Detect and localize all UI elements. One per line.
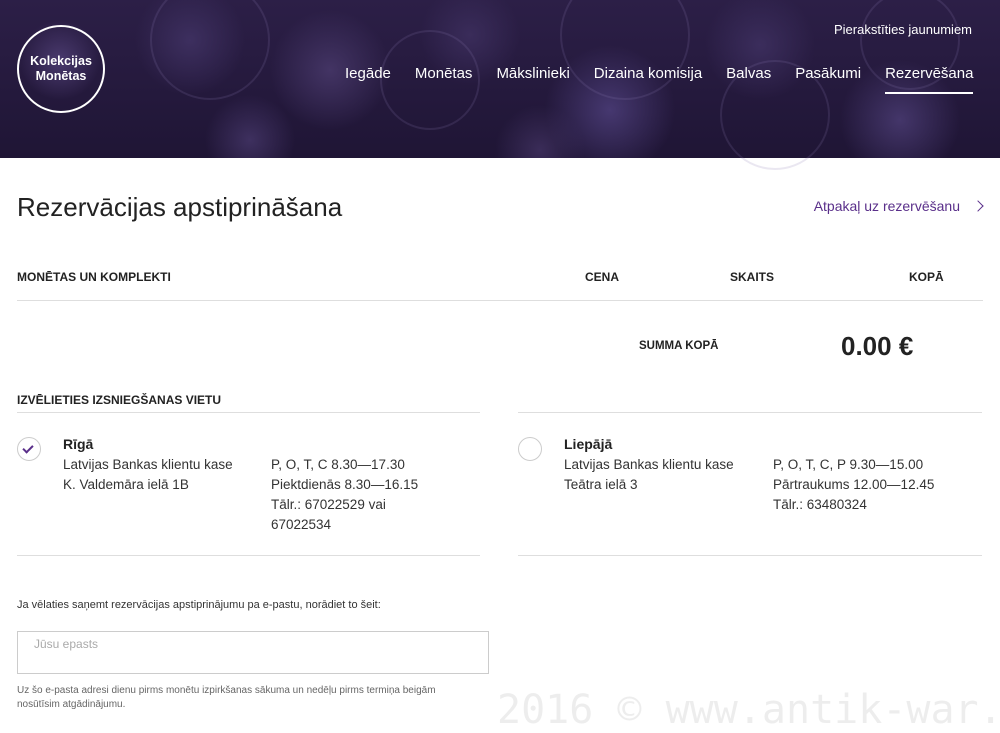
location-hours-line: Piektdienās 8.30—16.15: [271, 477, 419, 492]
nav-item-monetas[interactable]: Monētas: [415, 65, 473, 94]
nav-item-makslinieki[interactable]: Mākslinieki: [496, 65, 569, 94]
column-header-items: MONĒTAS UN KOMPLEKTI: [17, 270, 171, 284]
sum-total-value: 0.00 €: [841, 331, 914, 361]
coin-decoration: [150, 0, 270, 100]
location-address-line: Teātra ielā 3: [564, 477, 638, 492]
site-header: Kolekcijas Monētas Pierakstīties jaunumi…: [0, 0, 1000, 170]
location-address-line: Latvijas Bankas klientu kase: [63, 457, 233, 472]
back-link-label: Atpakaļ uz rezervēšanu: [813, 198, 960, 214]
column-header-quantity: SKAITS: [730, 270, 775, 284]
email-field[interactable]: [17, 631, 489, 674]
location-phone-line: 67022534: [271, 517, 332, 532]
email-fine-print: Uz šo e-pasta adresi dienu pirms monētu …: [17, 685, 436, 710]
pickup-section-label: IZVĒLIETIES IZSNIEGŠANAS VIETU: [17, 393, 222, 407]
checkmark-icon: [22, 442, 34, 454]
page-title: Rezervācijas apstiprināšana: [17, 192, 343, 222]
nav-item-rezervesana[interactable]: Rezervēšana: [885, 65, 974, 94]
location-hours-line: Pārtraukums 12.00—12.45: [773, 477, 935, 492]
location-radio-riga[interactable]: [17, 437, 41, 461]
location-phone-line: Tālr.: 63480324: [773, 497, 867, 512]
location-address-line: Latvijas Bankas klientu kase: [564, 457, 734, 472]
location-city-liepaja: Liepājā: [564, 436, 613, 452]
location-city-riga: Rīgā: [63, 436, 94, 452]
location-radio-liepaja[interactable]: [518, 437, 542, 461]
location-phone-line: Tālr.: 67022529 vai: [271, 497, 386, 512]
divider: [17, 555, 480, 556]
location-hours-line: P, O, T, C 8.30—17.30: [271, 457, 405, 472]
nav-item-dizaina-komisija[interactable]: Dizaina komisija: [594, 65, 702, 94]
email-note: Ja vēlaties saņemt rezervācijas apstipri…: [17, 599, 381, 611]
divider: [518, 555, 982, 556]
subscribe-link[interactable]: Pierakstīties jaunumiem: [834, 22, 972, 37]
back-to-reservation-link[interactable]: Atpakaļ uz rezervēšanu: [813, 198, 984, 214]
sum-total-label: SUMMA KOPĀ: [639, 340, 719, 352]
logo-text-line2: Monētas: [35, 69, 87, 83]
watermark: 2016 © www.antik-war.lv: [497, 687, 1000, 733]
location-hours-line: P, O, T, C, P 9.30—15.00: [773, 457, 924, 472]
nav-item-balvas[interactable]: Balvas: [726, 65, 771, 94]
location-address-line: K. Valdemāra ielā 1B: [63, 477, 189, 492]
chevron-right-icon: [972, 200, 984, 212]
main-nav: Iegāde Monētas Mākslinieki Dizaina komis…: [345, 65, 974, 94]
divider: [17, 300, 983, 301]
nav-item-iegade[interactable]: Iegāde: [345, 65, 391, 94]
divider: [518, 412, 982, 413]
divider: [17, 412, 480, 413]
logo-text-line1: Kolekcijas: [30, 54, 92, 68]
site-logo[interactable]: Kolekcijas Monētas: [17, 25, 105, 113]
nav-item-pasakumi[interactable]: Pasākumi: [795, 65, 861, 94]
column-header-price: CENA: [585, 270, 620, 284]
column-header-total: KOPĀ: [909, 270, 944, 284]
